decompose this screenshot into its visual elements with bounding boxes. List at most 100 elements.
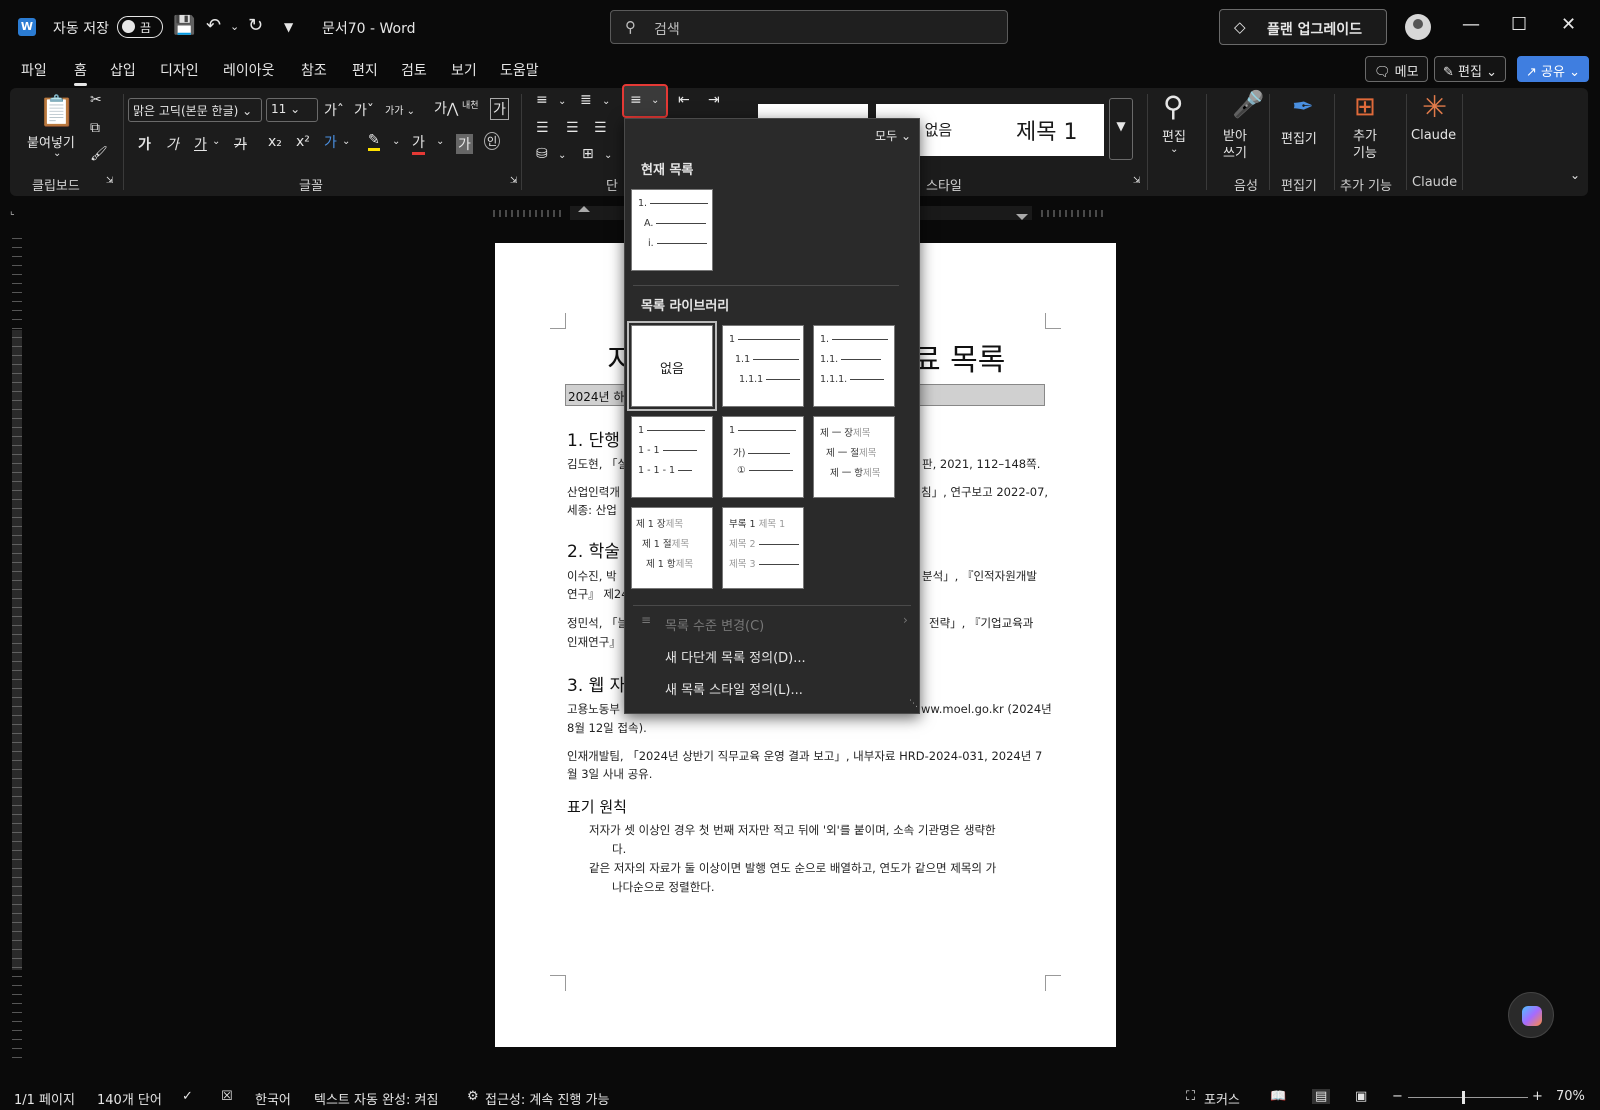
customize-qat-icon[interactable]: ▼ [284, 20, 293, 34]
copy-icon[interactable]: ⧉ [90, 120, 100, 136]
paste-icon[interactable]: 📋 [38, 94, 75, 129]
editing-mode-button[interactable]: ✎ 편집 ⌄ [1434, 56, 1506, 82]
format-painter-icon[interactable]: 🖌 [90, 146, 108, 162]
styles-more-button[interactable]: ▼ [1109, 98, 1133, 160]
maximize-icon[interactable]: ☐ [1511, 14, 1527, 35]
paste-dropdown-icon[interactable]: ⌄ [53, 148, 61, 159]
text-predictions-status[interactable]: 텍스트 자동 완성: 켜짐 [314, 1089, 438, 1108]
define-list-style-item[interactable]: 새 목록 스타일 정의(L)... [665, 679, 803, 698]
gallery-filter[interactable]: 모두 ⌄ [875, 127, 911, 144]
font-color-icon[interactable]: 가 [412, 132, 425, 155]
vertical-ruler[interactable] [12, 238, 22, 1058]
cut-icon[interactable]: ✂ [90, 92, 102, 108]
tab-mailings[interactable]: 편지 [352, 60, 378, 80]
list-tile-none[interactable]: 없음 [627, 321, 717, 411]
claude-label[interactable]: Claude [1411, 128, 1456, 143]
addins-grid-icon[interactable]: ⊞ [1354, 92, 1376, 122]
strikethrough-button[interactable]: 가 [234, 134, 247, 154]
styles-launcher-icon[interactable]: ⇲ [1133, 176, 1141, 186]
font-name-select[interactable]: 맑은 고딕(본문 한글) ⌄ [128, 98, 262, 122]
bold-button[interactable]: 가 [138, 134, 151, 154]
find-icon[interactable]: ⚲ [1163, 90, 1184, 123]
word-count[interactable]: 140개 단어 [97, 1089, 162, 1108]
shrink-font-icon[interactable]: 가ˇ [354, 100, 374, 120]
highlight-icon[interactable]: ✎ [368, 132, 380, 151]
zoom-level[interactable]: 70% [1556, 1089, 1585, 1104]
addins-label[interactable]: 추가 기능 [1353, 128, 1377, 162]
editor-pen-icon[interactable]: ✒ [1292, 92, 1314, 122]
paste-label[interactable]: 붙여넣기 [27, 132, 75, 151]
decrease-indent-icon[interactable]: ⇤ [678, 92, 690, 108]
dictate-label[interactable]: 받아 쓰기 [1223, 128, 1247, 162]
increase-indent-icon[interactable]: ⇥ [708, 92, 720, 108]
autosave-toggle[interactable]: 끔 [117, 16, 163, 38]
list-tile-numeric[interactable]: 1 1.1 1.1.1 [722, 325, 804, 407]
text-effects-icon[interactable]: 가 [324, 132, 337, 152]
bullets-icon[interactable]: ≡ [536, 92, 548, 108]
highlight-dropdown-icon[interactable]: ⌄ [392, 136, 400, 147]
read-mode-icon[interactable]: 📖 [1270, 1089, 1286, 1104]
list-tile-chapter-chinese[interactable]: 제 一 장제목 제 一 절제목 제 一 항제목 [813, 416, 895, 498]
define-multilevel-list-item[interactable]: 새 다단계 목록 정의(D)... [665, 647, 806, 666]
tab-file[interactable]: 파일 [21, 60, 47, 80]
search-box[interactable]: ⚲ 검색 [610, 10, 1008, 44]
upgrade-plan-button[interactable]: ◇ 플랜 업그레이드 [1219, 9, 1387, 45]
list-tile-chapter-numeric[interactable]: 제 1 장제목 제 1 절제목 제 1 항제목 [631, 507, 713, 589]
editing-label[interactable]: 편집 [1162, 126, 1186, 145]
tab-references[interactable]: 참조 [301, 60, 327, 80]
tab-review[interactable]: 검토 [401, 60, 427, 80]
borders-dropdown-icon[interactable]: ⌄ [604, 150, 612, 161]
tab-help[interactable]: 도움말 [500, 60, 539, 80]
multilevel-list-button[interactable]: ≡ ⌄ [622, 84, 668, 118]
undo-dropdown-icon[interactable]: ⌄ [230, 20, 239, 33]
zoom-out-icon[interactable]: − [1392, 1089, 1403, 1104]
editing-dropdown-icon[interactable]: ⌄ [1170, 144, 1178, 155]
claude-logo-icon[interactable]: ✳ [1422, 90, 1447, 125]
superscript-button[interactable]: x² [296, 134, 310, 150]
comments-button[interactable]: 🗨 메모 [1365, 56, 1428, 82]
resize-grip-icon[interactable]: ⋱ [909, 699, 918, 709]
shading-icon[interactable]: ⛁ [536, 146, 548, 162]
list-tile-appendix[interactable]: 부록 1 제목 1 제목 2 제목 3 [722, 507, 804, 589]
change-list-level-item[interactable]: 목록 수준 변경(C) [665, 615, 764, 634]
grow-font-icon[interactable]: 가ˆ [324, 100, 344, 120]
page-count[interactable]: 1/1 페이지 [14, 1089, 75, 1108]
font-size-select[interactable]: 11 ⌄ [266, 98, 318, 122]
phonetic-guide-icon[interactable]: 내천 [462, 98, 479, 111]
align-right-icon[interactable]: ☰ [594, 120, 607, 136]
borders-icon[interactable]: ⊞ [582, 146, 594, 162]
collapse-ribbon-icon[interactable]: ⌄ [1570, 168, 1580, 182]
language-status[interactable]: 한국어 [255, 1089, 291, 1108]
tab-insert[interactable]: 삽입 [110, 60, 136, 80]
save-icon[interactable]: 💾 [173, 15, 195, 36]
zoom-in-icon[interactable]: + [1532, 1089, 1543, 1104]
style-heading1-card[interactable]: 제목 1 [994, 104, 1104, 156]
tab-view[interactable]: 보기 [451, 60, 477, 80]
tab-home[interactable]: 홈 [74, 60, 87, 86]
align-left-icon[interactable]: ☰ [536, 120, 549, 136]
char-shading-icon[interactable]: 가 [456, 134, 473, 154]
track-changes-icon[interactable]: ☒ [221, 1089, 233, 1104]
shading-dropdown-icon[interactable]: ⌄ [558, 150, 566, 161]
underline-button[interactable]: 가 [194, 134, 207, 154]
share-button[interactable]: ↗ 공유 ⌄ [1517, 56, 1589, 82]
redo-icon[interactable]: ↻ [248, 15, 263, 36]
zoom-slider[interactable] [1408, 1097, 1528, 1098]
focus-mode[interactable]: 포커스 [1204, 1089, 1240, 1108]
numbering-dropdown-icon[interactable]: ⌄ [602, 96, 610, 107]
current-list-tile[interactable]: 1. A. i. [631, 189, 713, 271]
enclose-circle-icon[interactable]: 인 [484, 132, 501, 150]
accessibility-status[interactable]: 접근성: 계속 진행 가능 [485, 1089, 609, 1108]
dictate-mic-icon[interactable]: 🎤 [1232, 90, 1264, 120]
print-layout-icon[interactable]: ▤ [1312, 1089, 1331, 1104]
subscript-button[interactable]: x₂ [268, 134, 282, 150]
proofing-icon[interactable]: ✓ [182, 1089, 193, 1104]
clear-formatting-icon[interactable]: 가⋀ [434, 98, 458, 118]
zoom-slider-thumb[interactable] [1462, 1091, 1465, 1104]
undo-icon[interactable]: ↶ [206, 15, 221, 36]
numbering-icon[interactable]: ≣ [580, 92, 592, 108]
align-center-icon[interactable]: ☰ [566, 120, 579, 136]
tab-selector-icon[interactable]: ⌞ [10, 206, 15, 217]
change-case-icon[interactable]: 가가 ⌄ [385, 102, 415, 117]
close-icon[interactable]: ✕ [1561, 14, 1576, 35]
